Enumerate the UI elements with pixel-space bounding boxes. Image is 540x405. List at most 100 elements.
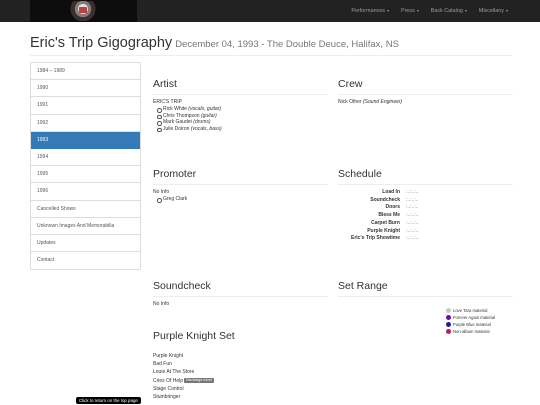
promoter-heading: Promoter <box>153 168 328 185</box>
setlist-song-title: Cries Of Help <box>153 377 184 384</box>
page-subtitle: December 04, 1993 - The Double Deuce, Ha… <box>175 39 399 50</box>
legend-item: Purple Blue material <box>446 322 506 327</box>
band-logo[interactable] <box>30 0 137 22</box>
sidebar-item-cancelled-shows[interactable]: Cancelled Shows <box>31 201 140 218</box>
schedule-time: :..:..:.. <box>406 204 419 211</box>
schedule-label: Carpet Burn <box>371 219 400 226</box>
promoter-info: No Info <box>153 189 170 195</box>
nav-performances-dropdown[interactable]: Performances <box>345 0 395 22</box>
crew-name: Nick Other <box>338 99 362 105</box>
schedule-label: Bless Me <box>378 212 400 219</box>
caret-down-icon <box>506 9 508 12</box>
schedule-row: Bless Me:..:..:.. <box>338 212 513 220</box>
set-range-section: Set Range <box>338 280 513 301</box>
legend-label: Love Tara material <box>453 308 488 313</box>
setlist-song[interactable]: Stage Control <box>153 385 328 393</box>
sidebar-item-1990[interactable]: 1990 <box>31 80 140 98</box>
member-list: Rick White (vocals, guitar) Chris Thomps… <box>153 106 328 132</box>
crew-heading: Crew <box>338 78 513 95</box>
nav-menu: Performances Press Back Catalog Miscella… <box>345 0 514 22</box>
schedule-time: :..:..:.. <box>406 219 419 226</box>
setlist-song[interactable]: Bad Fun <box>153 360 328 368</box>
page-title: Eric's Trip Gigography December 04, 1993 … <box>30 35 399 51</box>
list-item: Julie Doiron (vocals, bass) <box>157 125 328 133</box>
schedule-row: Load In:..:..:.. <box>338 189 513 197</box>
caret-down-icon <box>464 9 467 12</box>
artist-band-name: ERIC'S TRIP <box>153 99 182 105</box>
sidebar-item-contact[interactable]: Contact <box>31 252 140 269</box>
crew-member: Nick Other (Sound Engineer) <box>338 99 513 106</box>
schedule-label: Purple Knight <box>367 227 400 234</box>
schedule-row: Eric's Trip Showtime:..:..:.. <box>338 235 513 243</box>
schedule-table: Load In:..:..:.. Soundcheck:..:..:.. Doo… <box>338 189 513 243</box>
artist-heading: Artist <box>153 78 328 95</box>
crew-section: Crew Nick Other (Sound Engineer) <box>338 78 513 106</box>
legend-dot-icon <box>446 315 451 320</box>
schedule-time: :..:..:.. <box>406 212 419 219</box>
legend-dot-icon <box>446 322 451 327</box>
member-name: Mark Gaudet <box>163 119 192 125</box>
nav-back-catalog-dropdown[interactable]: Back Catalog <box>425 0 473 22</box>
setlist-song[interactable]: Cries Of Help Discharge cover <box>153 377 328 385</box>
sidebar-item-1984-1989[interactable]: 1984 – 1989 <box>31 63 140 81</box>
year-sidebar: 1984 – 1989 1990 1991 1992 1993 1994 199… <box>30 62 141 271</box>
sidebar-item-1991[interactable]: 1991 <box>31 97 140 115</box>
member-role: (drums) <box>193 119 211 125</box>
legend-label: Non-album material <box>453 329 490 334</box>
legend-dot-icon <box>446 308 451 313</box>
member-role: (vocals, guitar) <box>188 106 222 112</box>
back-to-top-tooltip[interactable]: Click to return on the top page <box>76 397 141 404</box>
list-item: Greg Clark <box>157 196 328 203</box>
schedule-heading: Schedule <box>338 168 513 185</box>
purple-knight-set-section: Purple Knight Set Purple Knight Bad Fun … <box>153 330 328 401</box>
promoter-section: Promoter No Info Greg Clark <box>153 168 328 203</box>
sidebar-item-1996[interactable]: 1996 <box>31 183 140 201</box>
member-name: Rick White <box>163 106 187 112</box>
legend-label: Purple Blue material <box>453 322 491 327</box>
caret-down-icon <box>386 9 389 12</box>
set-range-heading: Set Range <box>338 280 513 297</box>
nav-press-label: Press <box>400 8 415 14</box>
member-name: Julie Doiron <box>163 125 190 132</box>
page-title-text: Eric's Trip Gigography <box>30 35 173 51</box>
caret-down-icon <box>416 9 419 12</box>
purple-knight-set-heading: Purple Knight Set <box>153 330 235 342</box>
schedule-time: :..:..:.. <box>406 235 419 242</box>
sidebar-item-1995[interactable]: 1995 <box>31 166 140 184</box>
logo-image <box>70 1 96 21</box>
nav-miscellany-label: Miscellany <box>478 8 504 14</box>
soundcheck-info: No Info <box>153 301 170 307</box>
setlist-song[interactable]: Purple Knight <box>153 352 328 360</box>
set-range-legend: Love Tara material Forever Again materia… <box>446 308 506 336</box>
schedule-row: Doors:..:..:.. <box>338 204 513 212</box>
setlist: Purple Knight Bad Fun Louie At The Store… <box>153 352 328 401</box>
soundcheck-section: Soundcheck No Info <box>153 280 328 308</box>
legend-item: Forever Again material <box>446 315 506 320</box>
nav-miscellany-dropdown[interactable]: Miscellany <box>473 0 514 22</box>
schedule-row: Carpet Burn:..:..:.. <box>338 220 513 228</box>
setlist-song[interactable]: Stumbringer <box>153 393 328 401</box>
member-name: Chris Thompson <box>163 112 200 119</box>
nav-press-dropdown[interactable]: Press <box>395 0 425 22</box>
sidebar-item-unknown-images[interactable]: Unknown Images And Memorabilia <box>31 218 140 235</box>
nav-back-catalog-label: Back Catalog <box>430 8 463 14</box>
soundcheck-heading: Soundcheck <box>153 280 328 297</box>
schedule-label: Soundcheck <box>370 196 400 203</box>
schedule-label: Doors <box>385 204 400 211</box>
crew-role: (Sound Engineer) <box>363 99 403 105</box>
legend-item: Non-album material <box>446 329 506 334</box>
sidebar-item-1992[interactable]: 1992 <box>31 115 140 132</box>
schedule-label: Eric's Trip Showtime <box>351 235 400 242</box>
sidebar-item-1994[interactable]: 1994 <box>31 149 140 167</box>
setlist-song[interactable]: Louie At The Store <box>153 368 328 376</box>
schedule-time: :..:..:.. <box>406 196 419 203</box>
member-role: (vocals, bass) <box>190 125 222 132</box>
sidebar-item-1993[interactable]: 1993 <box>31 131 140 149</box>
top-navbar: Performances Press Back Catalog Miscella… <box>0 0 540 22</box>
schedule-time: :..:..:.. <box>406 189 419 195</box>
title-divider <box>30 55 512 56</box>
schedule-label: Load In <box>382 189 400 195</box>
promoter-list: Greg Clark <box>153 196 328 203</box>
sidebar-item-updates[interactable]: Updates <box>31 235 140 253</box>
cover-badge: Discharge cover <box>184 377 214 383</box>
